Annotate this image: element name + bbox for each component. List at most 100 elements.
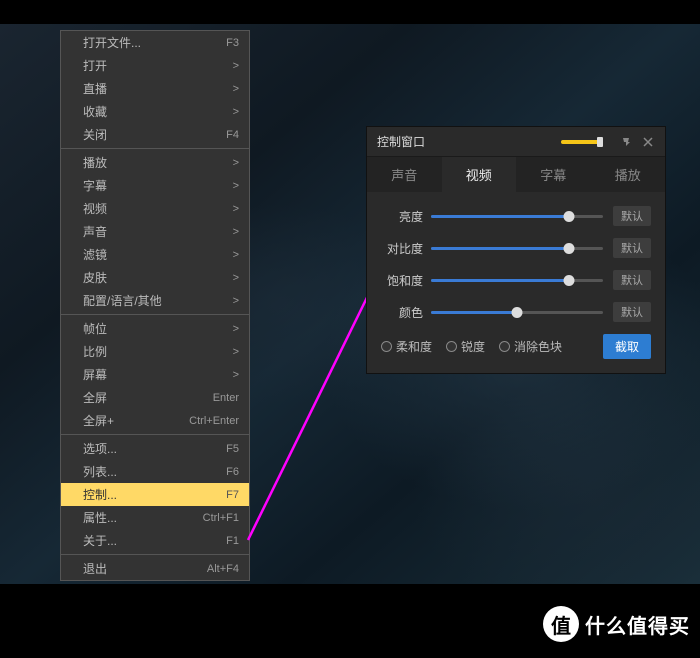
menu-item-label: 皮肤 — [83, 269, 233, 286]
radio-item[interactable]: 锐度 — [446, 338, 485, 355]
menu-separator — [61, 434, 249, 435]
menu-item-shortcut: F6 — [226, 466, 239, 478]
tab-播放[interactable]: 播放 — [591, 157, 666, 192]
menu-item-label: 关于... — [83, 532, 226, 549]
reset-button[interactable]: 默认 — [613, 206, 651, 226]
menu-item-shortcut: Ctrl+F1 — [203, 512, 239, 524]
slider-track[interactable] — [431, 247, 603, 250]
menu-item-label: 列表... — [83, 463, 226, 480]
menu-item[interactable]: 属性...Ctrl+F1 — [61, 506, 249, 529]
radio-label: 柔和度 — [396, 338, 432, 355]
submenu-indicator-icon: > — [233, 203, 239, 215]
menu-item-shortcut: F7 — [226, 489, 239, 501]
radio-dot-icon — [446, 341, 457, 352]
menu-item-label: 屏幕 — [83, 366, 233, 383]
menu-item[interactable]: 字幕> — [61, 174, 249, 197]
radio-dot-icon — [499, 341, 510, 352]
slider-thumb[interactable] — [512, 307, 523, 318]
menu-item[interactable]: 配置/语言/其他> — [61, 289, 249, 312]
control-window: 控制窗口 声音视频字幕播放 亮度默认对比度默认饱和度默认颜色默认 柔和度锐度消除… — [366, 126, 666, 374]
radio-item[interactable]: 柔和度 — [381, 338, 432, 355]
menu-item[interactable]: 关于...F1 — [61, 529, 249, 552]
watermark-badge: 值 — [543, 606, 579, 642]
watermark: 值 什么值得买 — [543, 606, 690, 642]
menu-item-label: 字幕 — [83, 177, 233, 194]
menu-item[interactable]: 全屏+Ctrl+Enter — [61, 409, 249, 432]
menu-item[interactable]: 列表...F6 — [61, 460, 249, 483]
submenu-indicator-icon: > — [233, 295, 239, 307]
menu-item[interactable]: 打开> — [61, 54, 249, 77]
menu-item[interactable]: 打开文件...F3 — [61, 31, 249, 54]
submenu-indicator-icon: > — [233, 346, 239, 358]
menu-item-label: 属性... — [83, 509, 203, 526]
slider-thumb[interactable] — [563, 243, 574, 254]
capture-button[interactable]: 截取 — [603, 334, 651, 359]
menu-item[interactable]: 关闭F4 — [61, 123, 249, 146]
menu-item[interactable]: 帧位> — [61, 317, 249, 340]
menu-item-label: 声音 — [83, 223, 233, 240]
menu-item-label: 播放 — [83, 154, 233, 171]
menu-item[interactable]: 直播> — [61, 77, 249, 100]
menu-item-shortcut: F3 — [226, 37, 239, 49]
submenu-indicator-icon: > — [233, 180, 239, 192]
slider-label: 饱和度 — [381, 272, 423, 289]
pin-icon[interactable] — [619, 135, 633, 149]
submenu-indicator-icon: > — [233, 106, 239, 118]
menu-item[interactable]: 退出Alt+F4 — [61, 557, 249, 580]
menu-item-label: 直播 — [83, 80, 233, 97]
reset-button[interactable]: 默认 — [613, 302, 651, 322]
slider-label: 对比度 — [381, 240, 423, 257]
tab-字幕[interactable]: 字幕 — [516, 157, 591, 192]
reset-button[interactable]: 默认 — [613, 270, 651, 290]
submenu-indicator-icon: > — [233, 272, 239, 284]
radio-dot-icon — [381, 341, 392, 352]
control-window-title: 控制窗口 — [377, 133, 561, 150]
menu-item-label: 全屏+ — [83, 412, 189, 429]
menu-item-label: 打开文件... — [83, 34, 226, 51]
slider-track[interactable] — [431, 215, 603, 218]
menu-item-shortcut: Ctrl+Enter — [189, 415, 239, 427]
tab-声音[interactable]: 声音 — [367, 157, 442, 192]
reset-button[interactable]: 默认 — [613, 238, 651, 258]
menu-item-label: 控制... — [83, 486, 226, 503]
submenu-indicator-icon: > — [233, 249, 239, 261]
slider-row: 对比度 默认 — [381, 238, 651, 258]
menu-item-label: 全屏 — [83, 389, 213, 406]
menu-item[interactable]: 滤镜> — [61, 243, 249, 266]
slider-row: 亮度 默认 — [381, 206, 651, 226]
submenu-indicator-icon: > — [233, 157, 239, 169]
close-icon[interactable] — [641, 135, 655, 149]
slider-label: 颜色 — [381, 304, 423, 321]
slider-row: 饱和度 默认 — [381, 270, 651, 290]
submenu-indicator-icon: > — [233, 60, 239, 72]
menu-item-label: 收藏 — [83, 103, 233, 120]
menu-item[interactable]: 皮肤> — [61, 266, 249, 289]
menu-item[interactable]: 视频> — [61, 197, 249, 220]
submenu-indicator-icon: > — [233, 226, 239, 238]
menu-item[interactable]: 选项...F5 — [61, 437, 249, 460]
opacity-slider[interactable] — [561, 140, 601, 144]
menu-item-label: 配置/语言/其他 — [83, 292, 233, 309]
menu-item[interactable]: 控制...F7 — [61, 483, 249, 506]
context-menu: 打开文件...F3打开>直播>收藏>关闭F4播放>字幕>视频>声音>滤镜>皮肤>… — [60, 30, 250, 581]
menu-item[interactable]: 比例> — [61, 340, 249, 363]
radio-item[interactable]: 消除色块 — [499, 338, 562, 355]
tab-视频[interactable]: 视频 — [442, 157, 517, 192]
submenu-indicator-icon: > — [233, 323, 239, 335]
menu-item-shortcut: Enter — [213, 392, 239, 404]
menu-separator — [61, 148, 249, 149]
menu-item[interactable]: 全屏Enter — [61, 386, 249, 409]
menu-item[interactable]: 声音> — [61, 220, 249, 243]
slider-track[interactable] — [431, 279, 603, 282]
control-window-titlebar[interactable]: 控制窗口 — [367, 127, 665, 157]
menu-item[interactable]: 收藏> — [61, 100, 249, 123]
menu-item-shortcut: Alt+F4 — [207, 563, 239, 575]
slider-track[interactable] — [431, 311, 603, 314]
slider-thumb[interactable] — [563, 211, 574, 222]
menu-item[interactable]: 播放> — [61, 151, 249, 174]
control-tabs: 声音视频字幕播放 — [367, 157, 665, 192]
menu-item-label: 比例 — [83, 343, 233, 360]
slider-label: 亮度 — [381, 208, 423, 225]
menu-item[interactable]: 屏幕> — [61, 363, 249, 386]
slider-thumb[interactable] — [563, 275, 574, 286]
